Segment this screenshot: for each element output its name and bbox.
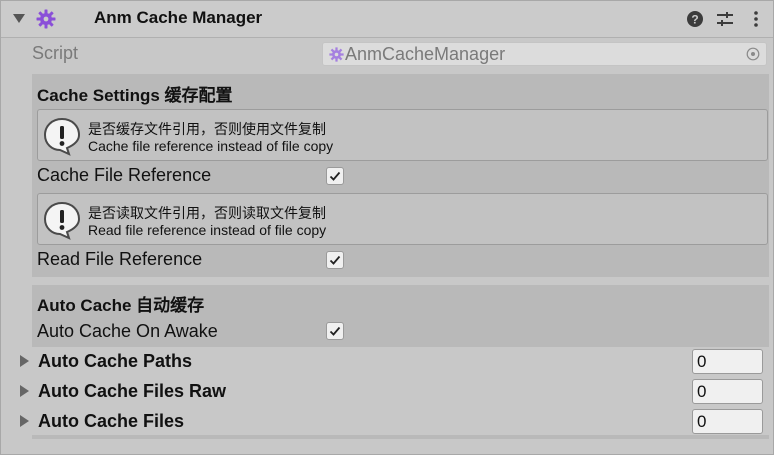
help-box-read: 是否读取文件引用，否则读取文件复制 Read file reference in… xyxy=(37,193,768,245)
help-text-cn: 是否读取文件引用，否则读取文件复制 xyxy=(88,205,326,221)
auto-cache-paths-label: Auto Cache Paths xyxy=(38,351,193,371)
component-header[interactable]: Anm Cache Manager ? xyxy=(1,1,773,38)
auto-cache-files-row[interactable]: Auto Cache Files 0 xyxy=(1,407,773,437)
cache-file-reference-checkbox[interactable] xyxy=(326,167,344,185)
help-text-cn: 是否缓存文件引用，否则使用文件复制 xyxy=(88,121,326,137)
auto-cache-files-raw-row[interactable]: Auto Cache Files Raw 0 xyxy=(1,377,773,407)
warning-icon xyxy=(43,201,81,240)
script-object-field[interactable]: AnmCacheManager xyxy=(322,42,767,66)
auto-cache-files-raw-label: Auto Cache Files Raw xyxy=(38,381,227,401)
component-title: Anm Cache Manager xyxy=(94,8,263,27)
cache-settings-title: Cache Settings 缓存配置 xyxy=(37,86,233,105)
foldout-arrow-icon[interactable] xyxy=(20,385,29,397)
checkmark-icon xyxy=(329,255,341,265)
more-vert-icon[interactable] xyxy=(747,10,765,28)
auto-cache-files-size-field[interactable]: 0 xyxy=(692,409,763,434)
help-text-en: Cache file reference instead of file cop… xyxy=(88,138,334,154)
help-icon[interactable]: ? xyxy=(686,10,704,28)
cache-settings-group: Cache Settings 缓存配置 是否缓存文件引用，否则使用文件复制 Ca… xyxy=(32,74,769,277)
checkmark-icon xyxy=(329,326,341,336)
auto-cache-files-raw-size-field[interactable]: 0 xyxy=(692,379,763,404)
preset-sliders-icon[interactable] xyxy=(716,10,734,28)
script-gear-icon xyxy=(329,47,344,62)
foldout-arrow-icon[interactable] xyxy=(13,14,25,23)
foldout-arrow-icon[interactable] xyxy=(20,415,29,427)
script-value: AnmCacheManager xyxy=(345,44,506,64)
read-file-reference-label: Read File Reference xyxy=(37,249,203,269)
auto-cache-group: Auto Cache 自动缓存 Auto Cache On Awake xyxy=(32,285,769,347)
svg-text:?: ? xyxy=(691,13,698,27)
cache-file-reference-label: Cache File Reference xyxy=(37,165,212,185)
checkmark-icon xyxy=(329,171,341,181)
auto-cache-paths-size-field[interactable]: 0 xyxy=(692,349,763,374)
auto-cache-on-awake-checkbox[interactable] xyxy=(326,322,344,340)
help-text-en: Read file reference instead of file copy xyxy=(88,222,327,238)
help-box-cache: 是否缓存文件引用，否则使用文件复制 Cache file reference i… xyxy=(37,109,768,161)
auto-cache-files-label: Auto Cache Files xyxy=(38,411,185,431)
warning-icon xyxy=(43,117,81,156)
read-file-reference-checkbox[interactable] xyxy=(326,251,344,269)
inspector-panel: Anm Cache Manager ? Script AnmCacheManag… xyxy=(0,0,774,455)
auto-cache-on-awake-label: Auto Cache On Awake xyxy=(37,321,218,341)
auto-cache-paths-row[interactable]: Auto Cache Paths 0 xyxy=(1,347,773,377)
group-bottom-divider xyxy=(32,435,769,439)
gear-icon xyxy=(36,9,56,29)
object-picker-icon[interactable] xyxy=(746,47,760,61)
script-label: Script xyxy=(32,43,79,63)
foldout-arrow-icon[interactable] xyxy=(20,355,29,367)
auto-cache-title: Auto Cache 自动缓存 xyxy=(37,296,205,315)
